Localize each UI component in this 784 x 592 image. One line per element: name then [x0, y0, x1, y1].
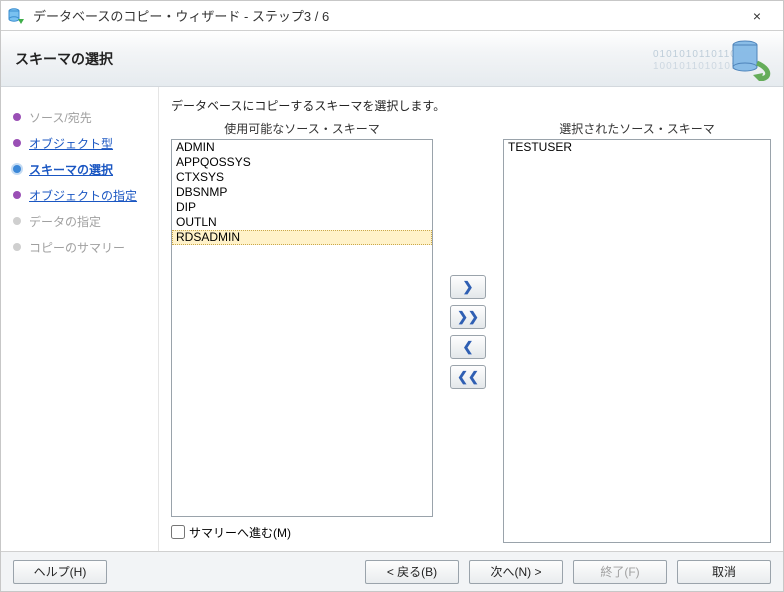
- page-heading: スキーマの選択: [15, 49, 113, 69]
- list-item[interactable]: APPQOSSYS: [172, 155, 432, 170]
- move-buttons-column: ❯ ❯❯ ❮ ❮❮: [433, 120, 503, 543]
- cancel-button[interactable]: 取消: [677, 560, 771, 584]
- list-item[interactable]: DIP: [172, 200, 432, 215]
- app-icon: [7, 7, 25, 25]
- list-item[interactable]: ADMIN: [172, 140, 432, 155]
- close-button[interactable]: ×: [737, 2, 777, 30]
- available-label: 使用可能なソース・スキーマ: [171, 120, 433, 137]
- step-label[interactable]: スキーマの選択: [29, 161, 113, 178]
- list-item[interactable]: DBSNMP: [172, 185, 432, 200]
- step-data-spec: データの指定: [9, 209, 152, 233]
- list-item[interactable]: CTXSYS: [172, 170, 432, 185]
- titlebar: データベースのコピー・ウィザード - ステップ3 / 6 ×: [1, 1, 783, 31]
- help-button[interactable]: ヘルプ(H): [13, 560, 107, 584]
- step-sidebar: ソース/宛先 オブジェクト型 スキーマの選択 オブジェクトの指定 データの指定 …: [1, 87, 159, 551]
- step-summary: コピーのサマリー: [9, 235, 152, 259]
- wizard-window: データベースのコピー・ウィザード - ステップ3 / 6 × スキーマの選択 0…: [0, 0, 784, 592]
- step-node-icon: [9, 135, 25, 151]
- step-label[interactable]: オブジェクト型: [29, 135, 113, 152]
- banner: スキーマの選択 0101010110110101 100101101010101…: [1, 31, 783, 87]
- step-node-icon: [9, 187, 25, 203]
- available-listbox[interactable]: ADMINAPPQOSSYSCTXSYSDBSNMPDIPOUTLNRDSADM…: [171, 139, 433, 517]
- move-left-all-button[interactable]: ❮❮: [450, 365, 486, 389]
- step-object-spec[interactable]: オブジェクトの指定: [9, 183, 152, 207]
- step-node-icon: [9, 213, 25, 229]
- step-schema-select[interactable]: スキーマの選択: [9, 157, 152, 181]
- available-column: 使用可能なソース・スキーマ ADMINAPPQOSSYSCTXSYSDBSNMP…: [171, 120, 433, 543]
- next-button[interactable]: 次へ(N) >: [469, 560, 563, 584]
- step-label: コピーのサマリー: [29, 239, 125, 256]
- step-node-icon: [9, 109, 25, 125]
- finish-button: 終了(F): [573, 560, 667, 584]
- move-right-all-button[interactable]: ❯❯: [450, 305, 486, 329]
- move-right-button[interactable]: ❯: [450, 275, 486, 299]
- list-item[interactable]: RDSADMIN: [172, 230, 432, 245]
- back-button[interactable]: < 戻る(B): [365, 560, 459, 584]
- step-source-dest: ソース/宛先: [9, 105, 152, 129]
- summary-row: サマリーへ進む(M): [171, 521, 433, 543]
- footer: ヘルプ(H) < 戻る(B) 次へ(N) > 終了(F) 取消: [1, 551, 783, 591]
- step-node-icon: [9, 239, 25, 255]
- step-label: ソース/宛先: [29, 109, 92, 126]
- step-node-icon: [9, 161, 25, 177]
- list-item[interactable]: TESTUSER: [504, 140, 770, 155]
- selected-label: 選択されたソース・スキーマ: [503, 120, 771, 137]
- content-panel: データベースにコピーするスキーマを選択します。 使用可能なソース・スキーマ AD…: [159, 87, 783, 551]
- selected-listbox[interactable]: TESTUSER: [503, 139, 771, 543]
- step-label[interactable]: オブジェクトの指定: [29, 187, 137, 204]
- instruction-text: データベースにコピーするスキーマを選択します。: [171, 97, 771, 114]
- window-title: データベースのコピー・ウィザード - ステップ3 / 6: [33, 6, 737, 25]
- selected-column: 選択されたソース・スキーマ TESTUSER: [503, 120, 771, 543]
- banner-decor-icon: 0101010110110101 1001011010101010: [653, 37, 773, 81]
- wizard-body: ソース/宛先 オブジェクト型 スキーマの選択 オブジェクトの指定 データの指定 …: [1, 87, 783, 551]
- summary-checkbox[interactable]: [171, 525, 185, 539]
- summary-checkbox-label[interactable]: サマリーへ進む(M): [189, 524, 291, 541]
- dual-list: 使用可能なソース・スキーマ ADMINAPPQOSSYSCTXSYSDBSNMP…: [171, 120, 771, 543]
- step-object-type[interactable]: オブジェクト型: [9, 131, 152, 155]
- step-label: データの指定: [29, 213, 101, 230]
- move-left-button[interactable]: ❮: [450, 335, 486, 359]
- list-item[interactable]: OUTLN: [172, 215, 432, 230]
